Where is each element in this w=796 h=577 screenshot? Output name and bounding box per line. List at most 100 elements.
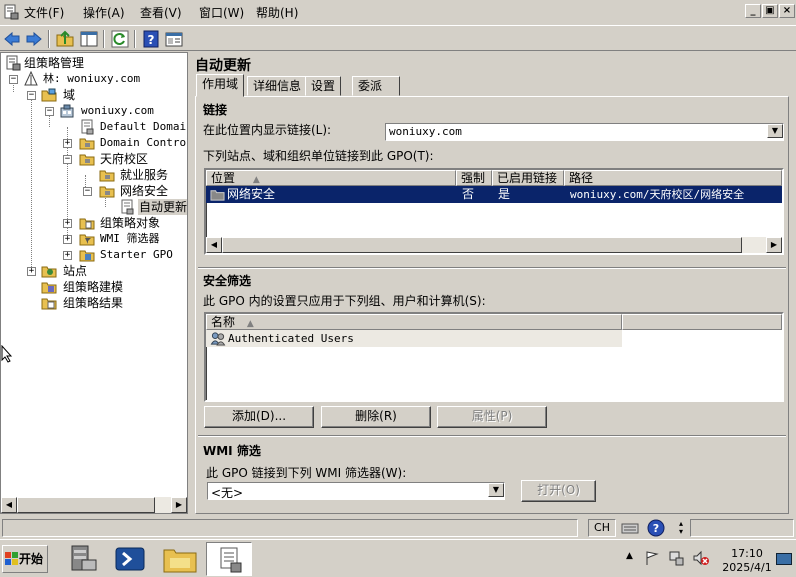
column-header-name[interactable]: 名称 ▲ [206, 314, 622, 330]
scroll-left-button[interactable]: ◀ [206, 237, 222, 253]
collapse-toggle[interactable]: − [27, 91, 36, 100]
tab-details[interactable]: 详细信息 [247, 76, 308, 96]
results-icon [41, 298, 57, 310]
collapse-toggle[interactable]: − [9, 75, 18, 84]
properties-icon[interactable] [164, 29, 184, 49]
menu-window[interactable]: 窗口(W) [199, 5, 244, 21]
explorer-icon[interactable] [158, 542, 202, 576]
options-icon[interactable]: ▴ ▾ [676, 520, 686, 536]
collapse-toggle[interactable]: − [83, 187, 92, 196]
tree-label: Default Domain [100, 120, 188, 133]
show-tree-icon[interactable] [79, 29, 99, 49]
gpmc-task-button[interactable] [206, 542, 252, 576]
menu-help[interactable]: 帮助(H) [256, 5, 298, 21]
properties-button[interactable]: 属性(P) [437, 406, 547, 428]
gpo-link-icon [121, 199, 134, 215]
expand-toggle[interactable]: + [63, 139, 72, 148]
start-button[interactable]: 开始 [2, 545, 48, 573]
tree-label: 组策略管理 [24, 56, 85, 70]
minimize-button[interactable]: _ [745, 4, 761, 18]
keyboard-icon[interactable] [621, 520, 639, 536]
tab-settings[interactable]: 设置 [305, 76, 342, 96]
column-header-link-enabled[interactable]: 已启用链接 [492, 170, 564, 186]
chevron-down-icon[interactable]: ▼ [767, 124, 783, 138]
column-header-enforced[interactable]: 强制 [456, 170, 492, 186]
menu-file[interactable]: 文件(F) [24, 5, 64, 21]
expand-toggle[interactable]: + [63, 219, 72, 228]
scroll-left-button[interactable]: ◀ [1, 497, 17, 513]
tree-label: 组策略建模 [63, 280, 124, 294]
cell-enforced: 否 [462, 187, 475, 201]
remove-button[interactable]: 删除(R) [321, 406, 431, 428]
column-header-path[interactable]: 路径 [564, 170, 782, 186]
column-header-blank [622, 314, 782, 330]
column-header-location[interactable]: 位置 ▲ [206, 170, 456, 186]
show-desktop-button[interactable] [776, 553, 792, 565]
expand-toggle[interactable]: + [63, 251, 72, 260]
wmi-filter-combo[interactable]: <无> ▼ [207, 482, 505, 500]
volume-muted-icon[interactable] [692, 550, 710, 566]
console-tree[interactable]: 组策略管理 − 林: woniuxy.com − 域 − woniuxy.com [0, 52, 188, 514]
table-row[interactable]: 网络安全 否 是 woniuxy.com/天府校区/网络安全 [206, 186, 782, 203]
collapse-toggle[interactable]: − [45, 107, 54, 116]
system-tray: ▲ 17:10 2025/4/1 [622, 543, 794, 575]
powershell-icon[interactable] [108, 542, 152, 576]
scroll-right-button[interactable]: ▶ [171, 497, 187, 513]
gpmc-app-icon [220, 547, 242, 573]
forward-icon[interactable] [24, 29, 44, 49]
chevron-down-icon[interactable]: ▼ [488, 483, 504, 497]
menu-bar: 文件(F) 操作(A) 查看(V) 窗口(W) 帮助(H) _ ▣ × [0, 0, 796, 25]
scroll-thumb[interactable] [17, 497, 155, 513]
show-hidden-icons-icon[interactable]: ▲ [626, 551, 633, 561]
scope-panel: 链接 在此位置内显示链接(L): woniuxy.com ▼ 下列站点、域和组织… [195, 96, 789, 514]
links-heading: 链接 [203, 103, 228, 117]
close-button[interactable]: × [779, 4, 795, 18]
back-icon[interactable] [2, 29, 22, 49]
tree-label: WMI 筛选器 [100, 232, 160, 245]
refresh-icon[interactable] [110, 29, 130, 49]
help-icon[interactable]: ? [647, 519, 665, 537]
tab-scope[interactable]: 作用域 [196, 74, 245, 97]
collapse-toggle[interactable]: − [63, 155, 72, 164]
table-row[interactable]: Authenticated Users [206, 330, 622, 347]
help-icon[interactable]: ? [141, 29, 161, 49]
gpmc-icon [6, 55, 21, 71]
action-center-flag-icon[interactable] [644, 550, 660, 566]
filter-folder-icon [79, 234, 95, 246]
links-listview[interactable]: 位置 ▲ 强制 已启用链接 路径 网络安全 否 是 woniuxy.com/天府… [204, 168, 784, 255]
section-divider [198, 267, 786, 269]
display-links-combo[interactable]: woniuxy.com ▼ [385, 123, 784, 141]
display-links-label: 在此位置内显示链接(L): [203, 123, 332, 137]
svg-text:?: ? [148, 33, 155, 47]
clock-time: 17:10 [731, 547, 763, 560]
cell-link-enabled: 是 [498, 187, 511, 201]
scroll-right-button[interactable]: ▶ [766, 237, 782, 253]
tree-label: Starter GPO [100, 248, 173, 261]
network-icon[interactable] [668, 550, 684, 566]
security-filtering-heading: 安全筛选 [203, 274, 252, 288]
tab-delegation[interactable]: 委派 [352, 76, 400, 96]
restore-button[interactable]: ▣ [762, 4, 778, 18]
gpmc-app-icon[interactable] [3, 4, 19, 20]
expand-toggle[interactable]: + [27, 267, 36, 276]
up-folder-icon[interactable] [55, 29, 75, 49]
cell-name: Authenticated Users [228, 332, 354, 345]
status-bar: CH ? ▴ ▾ [0, 517, 796, 539]
open-button[interactable]: 打开(O) [521, 480, 596, 502]
svg-text:?: ? [653, 522, 659, 535]
security-listview[interactable]: 名称 ▲ Authenticated Users [204, 312, 784, 402]
scroll-thumb[interactable] [222, 237, 742, 253]
domains-folder-icon [41, 88, 57, 102]
server-manager-icon[interactable] [60, 542, 104, 576]
tree-label: 林: woniuxy.com [43, 72, 141, 85]
domain-icon [60, 104, 74, 118]
menu-view[interactable]: 查看(V) [140, 5, 182, 21]
menu-action[interactable]: 操作(A) [83, 5, 125, 21]
expand-toggle[interactable]: + [63, 235, 72, 244]
user-group-icon [210, 332, 226, 346]
ime-lang-indicator[interactable]: CH [588, 519, 616, 537]
clock[interactable]: 17:10 2025/4/1 [722, 547, 772, 575]
ou-folder-icon [99, 186, 115, 198]
add-button[interactable]: 添加(D)... [204, 406, 314, 428]
tree-label: 自动更新 [138, 199, 188, 215]
